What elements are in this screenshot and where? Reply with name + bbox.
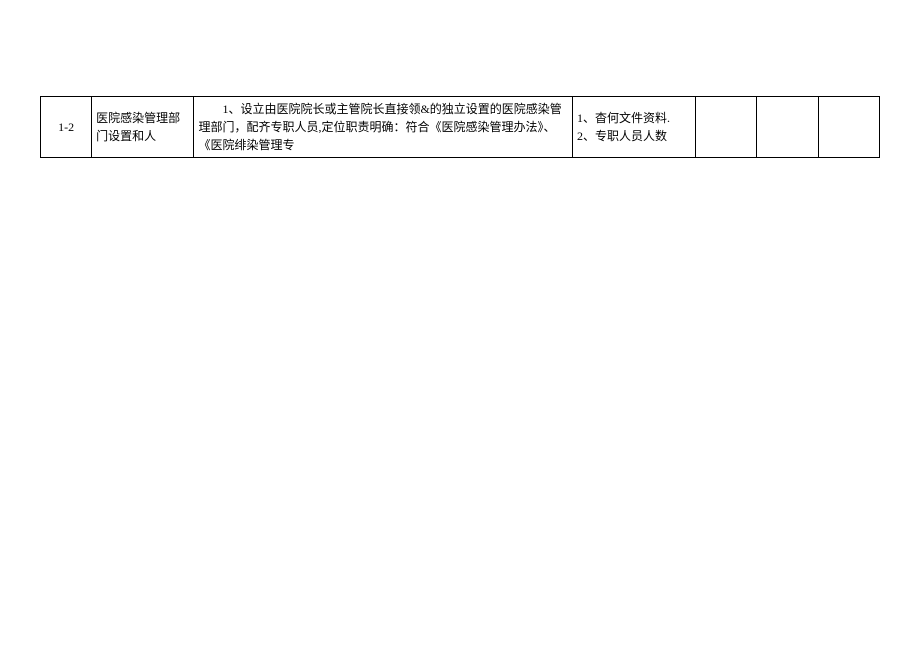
cell-id: 1-2 — [41, 97, 92, 158]
cell-blank-2 — [757, 97, 818, 158]
cell-description: 1、设立由医院院长或主管院长直接领&的独立设置的医院感染管理部门，配齐专职人员,… — [194, 97, 573, 158]
cell-title: 医院感染管理部门设置和人 — [92, 97, 194, 158]
desc-text: 1、设立由医院院长或主管院长直接领&的独立设置的医院感染管理部门，配齐专职人员,… — [198, 102, 561, 152]
assessment-table: 1-2 医院感染管理部门设置和人 1、设立由医院院长或主管院长直接领&的独立设置… — [40, 96, 880, 158]
table-row: 1-2 医院感染管理部门设置和人 1、设立由医院院长或主管院长直接领&的独立设置… — [41, 97, 880, 158]
cell-check: 1、杳何文件资料. 2、专职人员人数 — [573, 97, 696, 158]
cell-blank-3 — [818, 97, 879, 158]
table-container: 1-2 医院感染管理部门设置和人 1、设立由医院院长或主管院长直接领&的独立设置… — [40, 96, 880, 158]
document-page: 1-2 医院感染管理部门设置和人 1、设立由医院院长或主管院长直接领&的独立设置… — [0, 0, 920, 651]
check-line-1: 1、杳何文件资料. — [577, 109, 691, 127]
cell-blank-1 — [695, 97, 756, 158]
check-line-2: 2、专职人员人数 — [577, 127, 691, 145]
